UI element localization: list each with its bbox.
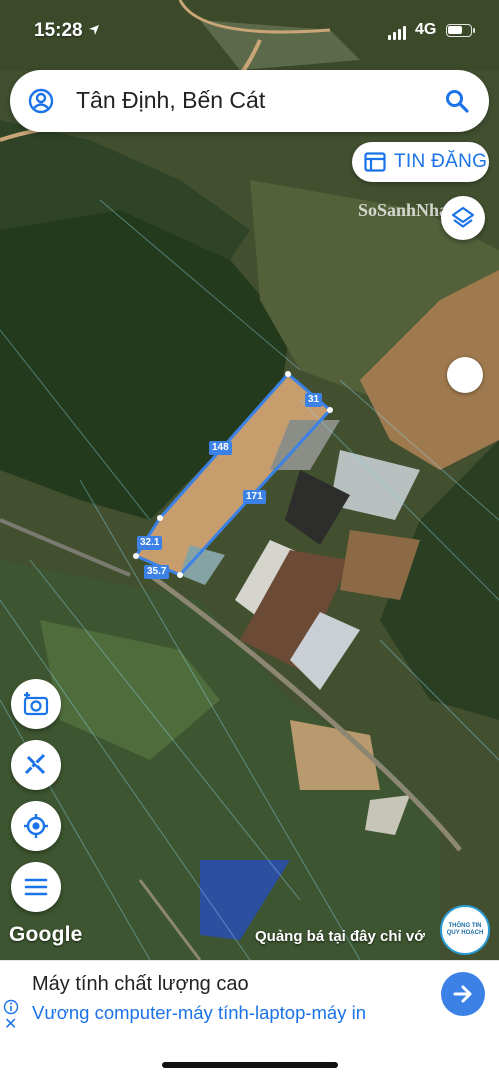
planning-info-button[interactable]: THÔNG TIN QUY HOẠCH xyxy=(440,905,490,955)
edge-length-label: 148 xyxy=(209,441,232,455)
status-bar: 15:28 4G xyxy=(0,0,499,58)
location-arrow-icon xyxy=(89,25,99,35)
ad-banner[interactable]: ✕ Máy tính chất lượng cao Vương computer… xyxy=(0,960,499,1036)
edge-length-label: 31 xyxy=(305,393,323,407)
bottom-safe-area xyxy=(0,1036,499,1080)
battery-tip xyxy=(473,28,475,33)
measure-button[interactable] xyxy=(11,740,61,790)
ad-subtitle: Vương computer-máy tính-laptop-máy in xyxy=(32,1002,367,1023)
edge-length-label: 171 xyxy=(243,490,266,504)
edge-length-label: 32.1 xyxy=(137,536,163,550)
account-icon[interactable] xyxy=(28,88,54,114)
add-photo-icon xyxy=(23,692,49,716)
post-listing-button[interactable]: TIN ĐĂNG xyxy=(352,142,489,182)
add-photo-button[interactable] xyxy=(11,679,61,729)
promo-caption[interactable]: Quảng bá tại đây chỉ vớ xyxy=(255,928,425,945)
arrow-right-icon xyxy=(453,985,472,1003)
measure-icon xyxy=(24,753,46,775)
info-icon[interactable] xyxy=(3,999,19,1015)
cellular-signal-icon xyxy=(388,24,406,40)
home-indicator[interactable] xyxy=(162,1062,338,1068)
search-bar[interactable]: Tân Định, Bến Cát xyxy=(10,70,489,132)
my-location-button[interactable] xyxy=(11,801,61,851)
planning-info-label: THÔNG TIN QUY HOẠCH xyxy=(446,923,484,936)
my-location-icon xyxy=(24,814,48,838)
post-listing-label: TIN ĐĂNG xyxy=(394,151,488,172)
google-logo: Google xyxy=(9,923,83,946)
close-icon[interactable]: ✕ xyxy=(4,1017,17,1033)
menu-button[interactable] xyxy=(11,862,61,912)
post-listing-icon xyxy=(364,152,386,172)
search-icon[interactable] xyxy=(444,88,470,114)
opacity-slider-handle[interactable] xyxy=(447,357,483,393)
layers-icon xyxy=(451,206,475,228)
layers-button[interactable] xyxy=(441,196,485,240)
menu-icon xyxy=(24,878,48,896)
battery-icon xyxy=(446,24,472,37)
ad-title: Máy tính chất lượng cao xyxy=(32,973,249,995)
status-time: 15:28 xyxy=(34,20,83,41)
watermark-logo: SoSanhNha xyxy=(358,200,449,220)
ad-open-button[interactable] xyxy=(441,972,485,1016)
edge-length-label: 35.7 xyxy=(144,565,170,579)
search-input[interactable]: Tân Định, Bến Cát xyxy=(76,87,265,114)
network-type: 4G xyxy=(415,21,437,38)
